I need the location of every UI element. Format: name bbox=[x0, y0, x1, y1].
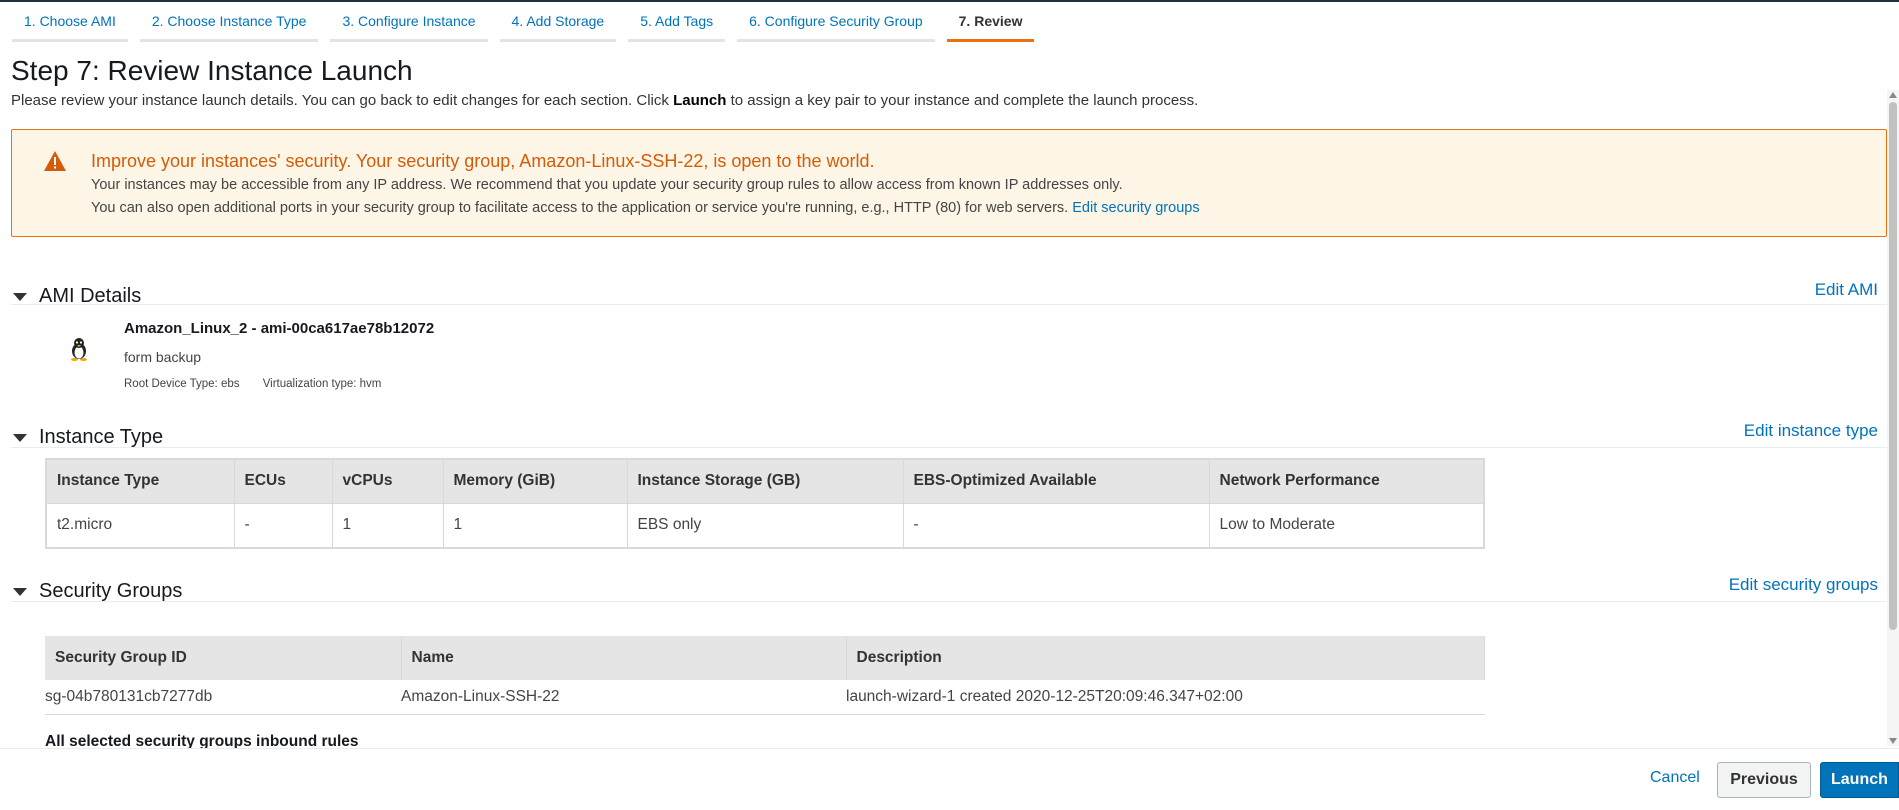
collapse-triangle-icon[interactable] bbox=[13, 587, 27, 596]
warning-line-1: Your instances may be accessible from an… bbox=[91, 177, 1123, 193]
warning-line-2: You can also open additional ports in yo… bbox=[91, 200, 1200, 216]
collapse-triangle-icon[interactable] bbox=[13, 292, 27, 301]
ami-meta: Root Device Type: ebs Virtualization typ… bbox=[124, 378, 381, 390]
column-header: Security Group ID bbox=[45, 636, 402, 680]
security-groups-title: Security Groups bbox=[39, 580, 183, 602]
security-warning-banner: Improve your instances' security. Your s… bbox=[11, 129, 1887, 237]
instance-type-section-header[interactable]: Instance Type bbox=[13, 426, 163, 449]
step-choose-ami[interactable]: 1. Choose AMI bbox=[12, 2, 128, 42]
warning-line-2-text: You can also open additional ports in yo… bbox=[91, 200, 1069, 216]
edit-instance-type-link[interactable]: Edit instance type bbox=[1744, 421, 1878, 441]
table-cell: Amazon-Linux-SSH-22 bbox=[401, 680, 846, 715]
table-cell: sg-04b780131cb7277db bbox=[45, 680, 401, 715]
section-divider bbox=[11, 601, 1887, 602]
column-header: Instance Storage (GB) bbox=[627, 459, 904, 503]
step-add-storage[interactable]: 4. Add Storage bbox=[499, 2, 617, 42]
table-cell: EBS only bbox=[627, 502, 904, 548]
wizard-steps: 1. Choose AMI 2. Choose Instance Type 3.… bbox=[12, 2, 1035, 44]
section-divider bbox=[11, 304, 1887, 305]
collapse-triangle-icon[interactable] bbox=[13, 433, 27, 442]
table-cell: - bbox=[903, 502, 1210, 548]
warning-title: Improve your instances' security. Your s… bbox=[91, 151, 875, 171]
edit-security-groups-link[interactable]: Edit security groups bbox=[1729, 575, 1878, 595]
column-header: Instance Type bbox=[46, 459, 235, 503]
column-header: EBS-Optimized Available bbox=[903, 459, 1210, 503]
review-page: 1. Choose AMI 2. Choose Instance Type 3.… bbox=[0, 0, 1899, 810]
page-title: Step 7: Review Instance Launch bbox=[11, 55, 413, 86]
section-divider bbox=[11, 447, 1887, 448]
ami-name: Amazon_Linux_2 - ami-00ca617ae78b12072 bbox=[124, 320, 435, 337]
ami-description: form backup bbox=[124, 349, 202, 365]
table-row: sg-04b780131cb7277db Amazon-Linux-SSH-22… bbox=[45, 680, 1485, 715]
scrollbar-thumb[interactable] bbox=[1889, 102, 1897, 630]
security-groups-section-header[interactable]: Security Groups bbox=[13, 580, 182, 603]
table-header-row: Instance Type ECUs vCPUs Memory (GiB) In… bbox=[46, 459, 1485, 503]
column-header: Description bbox=[846, 636, 1485, 680]
step-review[interactable]: 7. Review bbox=[946, 2, 1035, 42]
wizard-footer: Cancel Previous Launch bbox=[0, 748, 1899, 810]
warning-triangle-icon bbox=[44, 151, 66, 171]
linux-penguin-icon bbox=[71, 338, 87, 361]
instance-type-title: Instance Type bbox=[39, 426, 164, 448]
column-header: Network Performance bbox=[1209, 459, 1485, 503]
table-header-row: Security Group ID Name Description bbox=[45, 636, 1485, 680]
intro-text-after: to assign a key pair to your instance an… bbox=[726, 92, 1199, 109]
column-header: ECUs bbox=[234, 459, 333, 503]
table-cell: - bbox=[234, 502, 333, 548]
instance-type-table: Instance Type ECUs vCPUs Memory (GiB) In… bbox=[45, 458, 1485, 549]
column-header: vCPUs bbox=[332, 459, 444, 503]
cancel-link[interactable]: Cancel bbox=[1650, 769, 1700, 787]
step-configure-security-group[interactable]: 6. Configure Security Group bbox=[737, 2, 935, 42]
table-cell: launch-wizard-1 created 2020-12-25T20:09… bbox=[846, 680, 1485, 715]
table-row: t2.micro - 1 1 EBS only - Low to Moderat… bbox=[46, 502, 1485, 548]
page-intro: Please review your instance launch detai… bbox=[11, 92, 1198, 109]
table-cell: 1 bbox=[443, 502, 628, 548]
step-choose-instance-type[interactable]: 2. Choose Instance Type bbox=[139, 2, 319, 42]
vertical-scrollbar[interactable] bbox=[1887, 90, 1899, 746]
column-header: Memory (GiB) bbox=[443, 459, 628, 503]
launch-button[interactable]: Launch bbox=[1820, 762, 1899, 798]
table-cell: t2.micro bbox=[46, 502, 235, 548]
table-cell: 1 bbox=[332, 502, 444, 548]
edit-ami-link[interactable]: Edit AMI bbox=[1815, 280, 1878, 300]
intro-text-before: Please review your instance launch detai… bbox=[11, 92, 674, 109]
ami-root-device-type: Root Device Type: ebs bbox=[124, 378, 240, 390]
scroll-up-arrow-icon[interactable] bbox=[1889, 92, 1897, 98]
table-cell: Low to Moderate bbox=[1209, 502, 1485, 548]
scroll-down-arrow-icon[interactable] bbox=[1889, 738, 1897, 744]
security-groups-table: Security Group ID Name Description sg-04… bbox=[45, 636, 1485, 715]
warning-edit-security-groups-link[interactable]: Edit security groups bbox=[1072, 200, 1199, 216]
intro-launch-word: Launch bbox=[673, 92, 727, 109]
step-add-tags[interactable]: 5. Add Tags bbox=[628, 2, 726, 42]
previous-button[interactable]: Previous bbox=[1717, 762, 1811, 798]
step-configure-instance[interactable]: 3. Configure Instance bbox=[330, 2, 488, 42]
column-header: Name bbox=[401, 636, 847, 680]
ami-virtualization-type: Virtualization type: hvm bbox=[262, 378, 382, 390]
